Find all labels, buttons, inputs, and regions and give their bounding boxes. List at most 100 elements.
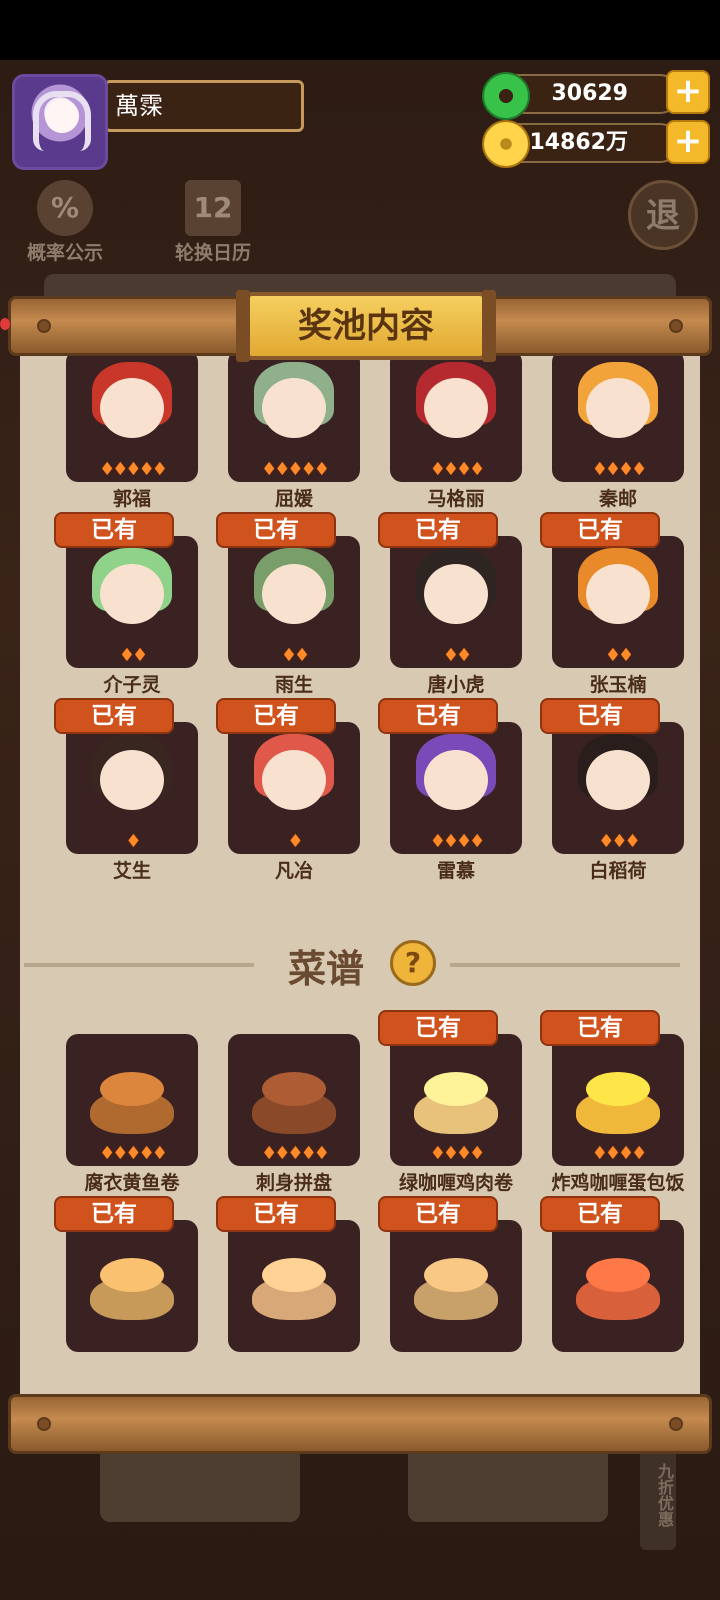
character-item[interactable]: ♦♦♦♦ 秦邮 [532, 350, 694, 512]
character-portrait[interactable]: ♦♦ [228, 536, 360, 668]
divider-line [24, 963, 254, 967]
calendar-button: 12 轮换日历 [158, 180, 268, 265]
owned-badge: 已有 [378, 1010, 498, 1046]
character-item[interactable]: ♦♦♦♦ 已有 雷慕 [370, 698, 532, 884]
recipe-portrait[interactable] [552, 1220, 684, 1352]
character-name: 屈媛 [274, 488, 313, 510]
add-coins-button[interactable]: + [666, 120, 710, 164]
player-name: 萬霂 [104, 80, 304, 132]
panel-title: 奖池内容 [236, 290, 496, 362]
character-face [262, 378, 326, 438]
owned-badge: 已有 [540, 698, 660, 734]
recipe-name: 腐衣黄鱼卷 [84, 1172, 180, 1194]
rarity-flames: ♦♦♦♦ [591, 459, 648, 480]
character-item[interactable]: ♦♦♦♦♦ 屈媛 [208, 350, 370, 512]
character-portrait[interactable]: ♦ [66, 722, 198, 854]
character-item[interactable]: ♦♦♦♦♦ 郭福 [46, 350, 208, 512]
character-item[interactable]: ♦♦ 已有 雨生 [208, 512, 370, 698]
recipe-grid: ♦♦♦♦♦ 腐衣黄鱼卷 ♦♦♦♦♦ 刺身拼盘 ♦♦♦♦ 已有 绿咖喱鸡肉卷 ♦♦♦♦ 已有 炸鸡咖… [46, 1010, 686, 1382]
percent-icon: % [37, 180, 93, 236]
character-portrait[interactable]: ♦♦♦♦♦ [66, 350, 198, 482]
owned-badge: 已有 [54, 1196, 174, 1232]
owned-badge: 已有 [378, 1196, 498, 1232]
character-face [586, 564, 650, 624]
recipe-name: 刺身拼盘 [255, 1172, 332, 1194]
character-item[interactable]: ♦♦♦ 已有 白稻荷 [532, 698, 694, 884]
jade-icon [482, 72, 530, 120]
character-portrait[interactable]: ♦♦ [390, 536, 522, 668]
help-icon[interactable]: ? [390, 940, 436, 986]
status-bar [0, 0, 720, 60]
character-portrait[interactable]: ♦♦ [66, 536, 198, 668]
character-item[interactable]: ♦ 已有 艾生 [46, 698, 208, 884]
character-face [100, 750, 164, 810]
rarity-flames: ♦♦ [442, 645, 472, 666]
recipe-portrait[interactable] [66, 1220, 198, 1352]
recipe-name: 炸鸡咖喱蛋包饭 [551, 1172, 685, 1194]
character-item[interactable]: ♦♦ 已有 唐小虎 [370, 512, 532, 698]
character-portrait[interactable]: ♦♦♦♦ [390, 350, 522, 482]
recipe-item[interactable]: 已有 [46, 1196, 208, 1382]
character-portrait[interactable]: ♦♦♦♦♦ [228, 350, 360, 482]
character-face [586, 750, 650, 810]
character-portrait[interactable]: ♦♦ [552, 536, 684, 668]
rarity-flames: ♦♦♦ [598, 831, 640, 852]
dish-icon [90, 1276, 174, 1320]
bolt-icon [37, 319, 51, 333]
bolt-icon [669, 1417, 683, 1431]
rarity-flames: ♦♦♦♦ [429, 459, 486, 480]
character-item[interactable]: ♦ 已有 凡冶 [208, 698, 370, 884]
dish-icon [576, 1276, 660, 1320]
owned-badge: 已有 [540, 512, 660, 548]
recipe-item[interactable]: ♦♦♦♦♦ 刺身拼盘 [208, 1010, 370, 1196]
recipe-portrait[interactable]: ♦♦♦♦♦ [66, 1034, 198, 1166]
rarity-flames: ♦ [125, 831, 141, 852]
character-item[interactable]: ♦♦ 已有介子灵 [46, 512, 208, 698]
rarity-flames: ♦♦♦♦ [429, 831, 486, 852]
recipe-item[interactable]: 已有 [370, 1196, 532, 1382]
recipe-portrait[interactable]: ♦♦♦♦♦ [228, 1034, 360, 1166]
prize-pool-panel[interactable]: ♦♦♦♦♦ 郭福 ♦♦♦♦♦ 屈媛 ♦♦♦♦ 马格丽 ♦♦♦♦ 秦邮 ♦♦ 已有 介子灵 ♦♦ 已有 雨生… [20, 350, 700, 1398]
rarity-flames: ♦♦♦♦♦ [261, 1143, 330, 1164]
character-portrait[interactable]: ♦ [228, 722, 360, 854]
recipe-portrait[interactable]: ♦♦♦♦ [552, 1034, 684, 1166]
recipe-portrait[interactable] [228, 1220, 360, 1352]
probability-button: % 概率公示 [10, 180, 120, 265]
dish-icon [414, 1090, 498, 1134]
calendar-label: 轮换日历 [174, 242, 251, 264]
character-name: 介子灵 [103, 674, 161, 696]
character-name: 马格丽 [427, 488, 485, 510]
recipe-portrait[interactable]: ♦♦♦♦ [390, 1034, 522, 1166]
recipe-item[interactable]: ♦♦♦♦ 已有炸鸡咖喱蛋包饭 [532, 1010, 694, 1196]
owned-badge: 已有 [54, 512, 174, 548]
character-item[interactable]: ♦♦♦♦ 马格丽 [370, 350, 532, 512]
probability-label: 概率公示 [26, 242, 103, 264]
owned-badge: 已有 [540, 1010, 660, 1046]
recipe-item[interactable]: 已有 [208, 1196, 370, 1382]
rarity-flames: ♦♦♦♦♦ [261, 459, 330, 480]
owned-badge: 已有 [216, 512, 336, 548]
character-name: 郭福 [112, 488, 151, 510]
exit-button: 退 [628, 180, 698, 250]
notification-dot [0, 318, 10, 330]
dish-icon [252, 1090, 336, 1134]
owned-badge: 已有 [540, 1196, 660, 1232]
rarity-flames: ♦♦ [604, 645, 634, 666]
discount-tag: 九折优惠 [640, 1440, 676, 1550]
owned-badge: 已有 [378, 698, 498, 734]
recipe-item[interactable]: ♦♦♦♦ 已有 绿咖喱鸡肉卷 [370, 1010, 532, 1196]
add-jade-button[interactable]: + [666, 70, 710, 114]
bolt-icon [37, 1417, 51, 1431]
character-portrait[interactable]: ♦♦♦ [552, 722, 684, 854]
character-face [262, 564, 326, 624]
recipe-item[interactable]: ♦♦♦♦♦ 腐衣黄鱼卷 [46, 1010, 208, 1196]
recipe-item[interactable]: 已有 [532, 1196, 694, 1382]
character-portrait[interactable]: ♦♦♦♦ [390, 722, 522, 854]
character-portrait[interactable]: ♦♦♦♦ [552, 350, 684, 482]
character-item[interactable]: ♦♦ 已有 张玉楠 [532, 512, 694, 698]
recipe-portrait[interactable] [390, 1220, 522, 1352]
rarity-flames: ♦♦♦♦ [591, 1143, 648, 1164]
player-avatar[interactable] [12, 74, 108, 170]
divider-line [450, 963, 680, 967]
rarity-flames: ♦♦ [118, 645, 148, 666]
